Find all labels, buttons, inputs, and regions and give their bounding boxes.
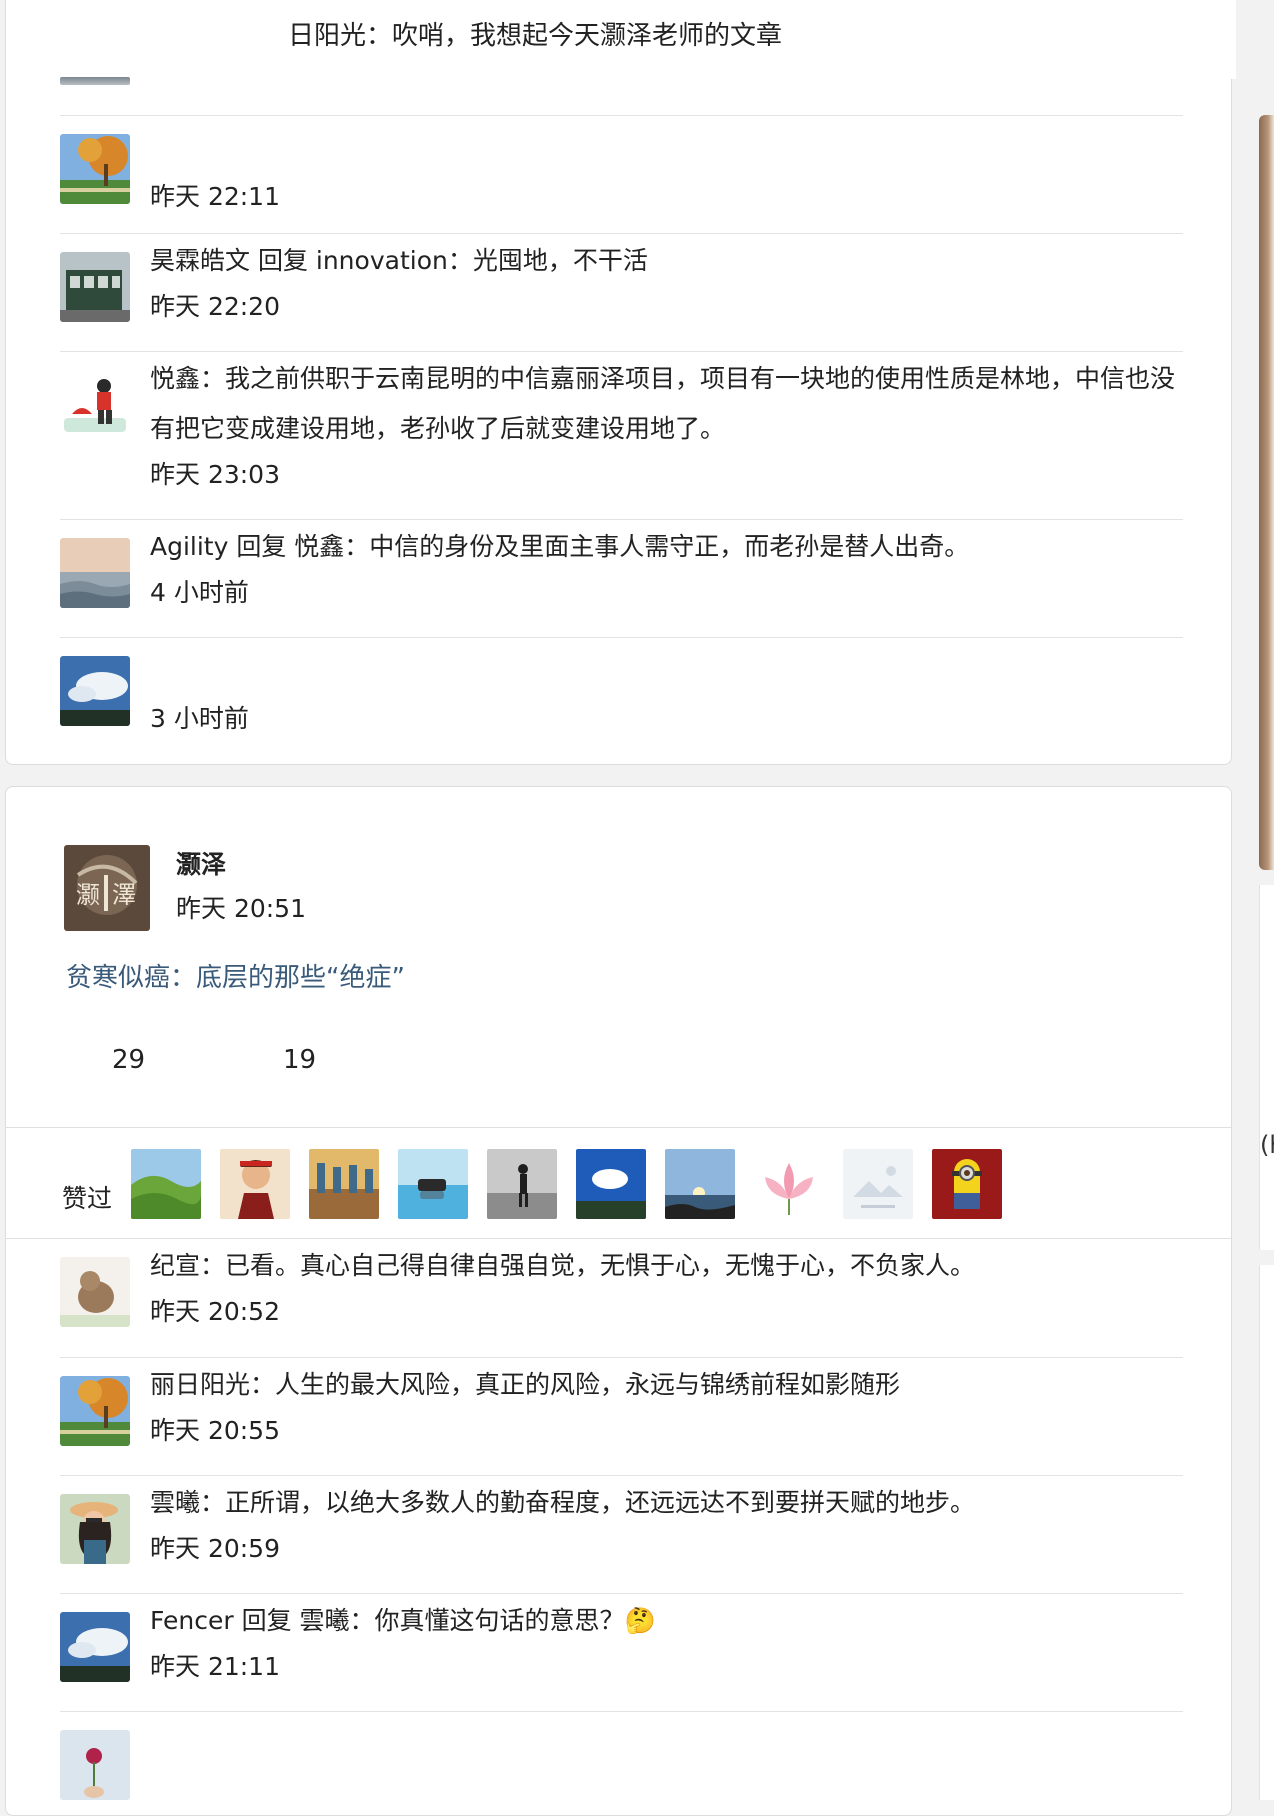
- comment-time: 昨天 22:11: [150, 182, 280, 211]
- painting-icon[interactable]: [309, 1149, 379, 1219]
- previous-avatar-peek: [60, 77, 130, 85]
- comment-row: 昊霖皓文 回复 innovation：光囤地，不干活 昨天 22:20: [60, 233, 1183, 352]
- article-title-link[interactable]: 贫寒似癌：底层的那些“绝症”: [66, 957, 405, 994]
- comment-time: 昨天 23:03: [150, 460, 280, 489]
- divider: [6, 1127, 1231, 1128]
- likes-label: 赞过: [62, 1184, 113, 1213]
- comment-row: [60, 1711, 1183, 1812]
- sunset-sea-icon[interactable]: [665, 1149, 735, 1219]
- comment-text: 悦鑫：我之前供职于云南昆明的中信嘉丽泽项目，项目有一块地的使用性质是林地，中信也…: [150, 364, 1176, 443]
- placeholder-image-icon[interactable]: [843, 1149, 913, 1219]
- comment-time: 3 小时前: [150, 704, 249, 733]
- lotus-icon[interactable]: [754, 1149, 824, 1219]
- side-panel-edge: (h: [1259, 885, 1274, 1250]
- side-panel-text: (h: [1260, 1131, 1274, 1159]
- stat-count-b[interactable]: 19: [283, 1045, 316, 1075]
- quoted-comment-header: 日阳光：吹哨，我想起今天灏泽老师的文章: [6, 0, 1236, 85]
- comment-text: 雲曦：正所谓，以绝大多数人的勤奋程度，还远远达不到要拼天赋的地步。: [150, 1488, 976, 1517]
- sea-sunset-avatar[interactable]: [60, 538, 130, 608]
- comment-row: 丽日阳光：人生的最大风险，真正的风险，永远与锦绣前程如影随形 昨天 20:55: [60, 1357, 1183, 1476]
- comment-row: 昨天 22:11: [60, 115, 1183, 234]
- comment-text: 丽日阳光：人生的最大风险，真正的风险，永远与锦绣前程如影随形: [150, 1370, 901, 1399]
- blue-sky-icon[interactable]: [576, 1149, 646, 1219]
- rose-avatar[interactable]: [60, 1730, 130, 1800]
- comment-row: Agility 回复 悦鑫：中信的身份及里面主事人需守正，而老孙是替人出奇。 4…: [60, 519, 1183, 638]
- stat-count-a[interactable]: 29: [112, 1045, 145, 1075]
- comment-row: 雲曦：正所谓，以绝大多数人的勤奋程度，还远远达不到要拼天赋的地步。 昨天 20:…: [60, 1475, 1183, 1594]
- comment-time: 昨天 20:52: [150, 1297, 280, 1326]
- side-panel-edge: [1259, 1265, 1274, 1800]
- comment-thread-card: 日阳光：吹哨，我想起今天灏泽老师的文章 昨天 22:11 昊霖皓文 回复 inn…: [5, 0, 1236, 765]
- comment-row: Fencer 回复 雲曦：你真懂这句话的意思？🤔 昨天 21:11: [60, 1593, 1183, 1712]
- lake-car-icon[interactable]: [398, 1149, 468, 1219]
- comment-row: 3 小时前: [60, 637, 1183, 756]
- likers-list: [131, 1149, 1002, 1219]
- comment-row: 悦鑫：我之前供职于云南昆明的中信嘉丽泽项目，项目有一块地的使用性质是林地，中信也…: [60, 351, 1183, 520]
- cartoon-girl-avatar[interactable]: [60, 370, 130, 440]
- comment-text: 昊霖皓文 回复 innovation：光囤地，不干活: [150, 246, 648, 275]
- minion-icon[interactable]: [932, 1149, 1002, 1219]
- comment-time: 昨天 21:11: [150, 1652, 280, 1681]
- post-card: 灏泽 昨天 20:51 贫寒似癌：底层的那些“绝症” 29 19 赞过 纪宣：已…: [5, 786, 1232, 1816]
- comment-text: Agility 回复 悦鑫：中信的身份及里面主事人需守正，而老孙是替人出奇。: [150, 532, 970, 561]
- comment-text: Fencer 回复 雲曦：你真懂这句话的意思？🤔: [150, 1606, 656, 1635]
- quoted-comment-text: 日阳光：吹哨，我想起今天灏泽老师的文章: [288, 21, 783, 51]
- anime-warrior-icon[interactable]: [220, 1149, 290, 1219]
- comment-time: 昨天 20:55: [150, 1416, 280, 1445]
- tram-avatar[interactable]: [60, 252, 130, 322]
- author-avatar[interactable]: [64, 845, 150, 931]
- comment-time: 昨天 20:59: [150, 1534, 280, 1563]
- autumn-tree-avatar[interactable]: [60, 1376, 130, 1446]
- runner-icon[interactable]: [487, 1149, 557, 1219]
- comment-text: 纪宣：已看。真心自己得自律自强自觉，无惧于心，无愧于心，不负家人。: [150, 1251, 976, 1280]
- author-name[interactable]: 灏泽: [176, 845, 226, 881]
- dog-avatar[interactable]: [60, 1257, 130, 1327]
- comment-time: 昨天 22:20: [150, 292, 280, 321]
- comment-time: 4 小时前: [150, 578, 249, 607]
- autumn-tree-avatar[interactable]: [60, 134, 130, 204]
- post-time: 昨天 20:51: [176, 894, 306, 923]
- green-hills-icon[interactable]: [131, 1149, 201, 1219]
- comment-row: 纪宣：已看。真心自己得自律自强自觉，无惧于心，无愧于心，不负家人。 昨天 20:…: [60, 1239, 1183, 1357]
- side-image-edge: [1259, 115, 1274, 870]
- sky-clouds-avatar[interactable]: [60, 656, 130, 726]
- sky-clouds-avatar[interactable]: [60, 1612, 130, 1682]
- woman-hat-avatar[interactable]: [60, 1494, 130, 1564]
